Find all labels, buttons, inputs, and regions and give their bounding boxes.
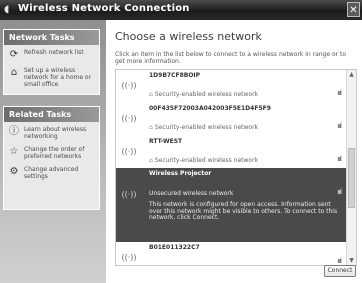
title-bar: ◖ Wireless Network Connection ✕ [0,0,362,20]
page-title: Choose a wireless network [115,30,262,43]
scroll-thumb[interactable] [348,148,355,208]
change-advanced-settings-label: Change advanced settings [24,166,79,180]
network-description: This network is configured for open acce… [149,201,338,221]
network-item[interactable]: ((·)) B01E011322C7 ıııl [116,242,347,265]
setup-wireless-icon: ⌂ [10,67,18,78]
signal-strength-icon: ıııl [337,155,342,163]
settings-icon: ⚙ [9,166,19,177]
change-network-order-link[interactable]: ☆ Change the order of preferred networks [8,146,95,160]
antenna-icon: ((·)) [121,253,137,262]
window-title: Wireless Network Connection [18,3,190,14]
related-tasks-header: Related Tasks [4,107,99,122]
network-tasks-panel: Network Tasks ⟳ Refresh network list ⌂ S… [3,29,100,95]
instruction-text: Click an item in the list below to conne… [115,51,347,65]
scroll-up-icon[interactable]: ▲ [347,70,356,79]
network-item[interactable]: ((·)) 1D9B7CF8BOIP ⌂ Security-enabled wir… [116,70,347,103]
network-name: RTT-WEST [149,138,183,145]
lock-icon: ⌂ [149,124,153,131]
close-button[interactable]: ✕ [347,2,360,17]
change-advanced-settings-link[interactable]: ⚙ Change advanced settings [8,166,95,180]
network-name: B01E011322C7 [149,244,200,251]
network-item[interactable]: ((·)) RTT-WEST ⌂ Security-enabled wireles… [116,136,347,168]
security-status: ⌂ Security-enabled wireless network [149,91,258,98]
network-list: ((·)) 1D9B7CF8BOIP ⌂ Security-enabled wir… [115,69,357,266]
network-name: 00F435F72003A042003F5E1D4F5F9 [149,105,271,112]
network-item-selected[interactable]: ((·)) Wireless Projector Unsecured wirel… [116,168,347,242]
vertical-scrollbar[interactable]: ▲ ▼ [346,70,356,265]
security-status: ⌂ Security-enabled wireless network [149,157,258,164]
learn-wireless-label: Learn about wireless networking [24,126,87,140]
refresh-icon: ⟳ [9,49,19,60]
related-tasks-panel: Related Tasks ⓘ Learn about wireless net… [3,106,100,210]
network-name: Wireless Projector [149,170,212,177]
signal-strength-icon: ıııl [337,188,342,196]
lock-icon: ⌂ [149,91,153,98]
setup-wireless-network-link[interactable]: ⌂ Set up a wireless network for a home o… [8,67,95,88]
antenna-icon: ((·)) [121,190,137,199]
learn-wireless-link[interactable]: ⓘ Learn about wireless networking [8,126,95,140]
network-tasks-header: Network Tasks [4,30,99,45]
sidebar: Network Tasks ⟳ Refresh network list ⌂ S… [0,20,106,283]
star-icon: ☆ [9,146,19,157]
antenna-icon: ((·)) [121,114,137,123]
refresh-network-list-label: Refresh network list [24,49,84,56]
signal-strength-icon: ıııl [337,89,342,97]
setup-wireless-network-label: Set up a wireless network for a home or … [24,67,92,88]
refresh-network-list-link[interactable]: ⟳ Refresh network list [8,49,95,61]
lock-icon: ⌂ [149,157,153,164]
main-content: Choose a wireless network Click an item … [106,20,362,283]
security-text: Security-enabled wireless network [154,91,259,98]
security-status: ⌂ Security-enabled wireless network [149,124,258,131]
network-item[interactable]: ((·)) 00F435F72003A042003F5E1D4F5F9 ⌂ Sec… [116,103,347,136]
signal-strength-icon: ıııl [337,257,342,265]
info-icon: ⓘ [9,126,19,137]
security-status: Unsecured wireless network [149,190,234,197]
wireless-network-window: ◖ Wireless Network Connection ✕ Network … [0,0,362,283]
change-network-order-label: Change the order of preferred networks [24,146,85,160]
wireless-icon: ◖ [4,4,10,15]
antenna-icon: ((·)) [121,81,137,90]
connect-button[interactable]: Connect [324,265,356,277]
security-text: Security-enabled wireless network [154,124,259,131]
network-name: 1D9B7CF8BOIP [149,72,201,79]
scroll-down-icon[interactable]: ▼ [347,256,356,265]
security-text: Security-enabled wireless network [154,157,259,164]
signal-strength-icon: ıııl [337,122,342,130]
antenna-icon: ((·)) [121,147,137,156]
